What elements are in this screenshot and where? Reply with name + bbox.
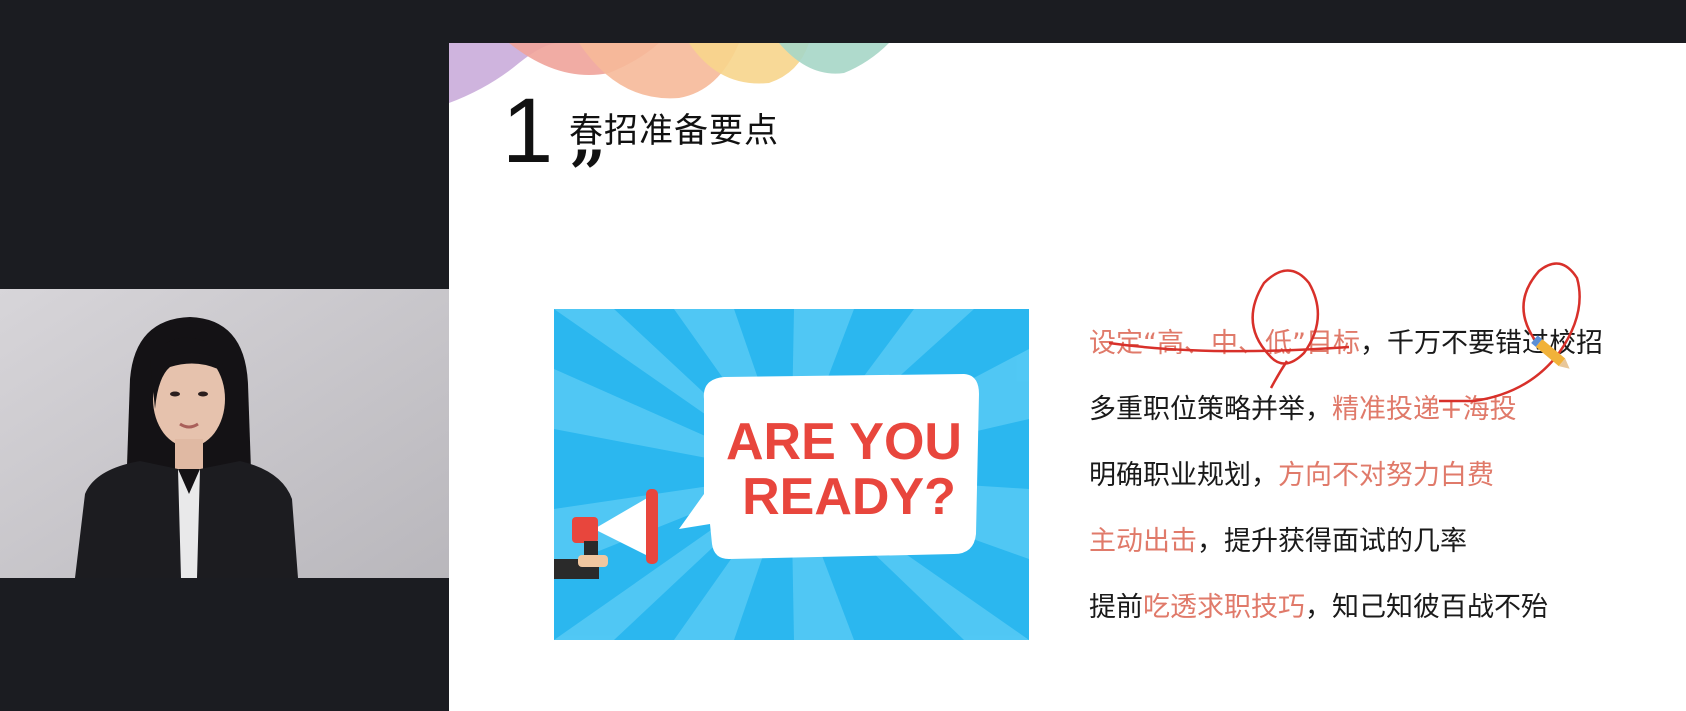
bullet-4-highlight: 主动出击 (1089, 526, 1197, 557)
bullet-1-highlight: 设定“高、中、低”目标 (1089, 328, 1360, 359)
quote-mark: ” (569, 137, 606, 212)
banner-text-line2: READY? (742, 468, 956, 526)
bullet-3: 明确职业规划，方向不对努力白费 (1089, 443, 1686, 509)
presentation-slide: 1 春招准备要点 ” ARE YOU READY? 设定“高、中、低”目标，千万… (449, 43, 1686, 711)
bullet-2-text: 多重职位策略并举， (1089, 394, 1332, 425)
bullet-5-highlight: 吃透求职技巧 (1143, 592, 1305, 623)
bullet-4-text: ，提升获得面试的几率 (1197, 526, 1467, 557)
presenter-figure (0, 289, 449, 578)
bullet-1-text: ，千万不要错过校招 (1359, 328, 1603, 359)
banner-text-line1: ARE YOU (726, 413, 962, 471)
bullet-5: 提前吃透求职技巧，知己知彼百战不殆 (1089, 575, 1686, 641)
bullet-3-highlight: 方向不对努力白费 (1278, 460, 1494, 491)
section-number: 1 (502, 80, 554, 182)
bullet-5-text: ，知己知彼百战不殆 (1305, 592, 1548, 623)
bullet-list: 设定“高、中、低”目标，千万不要错过校招 多重职位策略并举，精准投递+海投 明确… (1089, 311, 1686, 641)
presenter-video (0, 289, 449, 578)
banner-graphic: ARE YOU READY? (554, 309, 1029, 640)
bullet-2: 多重职位策略并举，精准投递+海投 (1089, 377, 1686, 443)
bullet-2-highlight: 精准投递+海投 (1332, 394, 1517, 425)
bullet-5-prefix: 提前 (1089, 592, 1143, 623)
bullet-3-text: 明确职业规划， (1089, 460, 1278, 491)
bullet-4: 主动出击，提升获得面试的几率 (1089, 509, 1686, 575)
bullet-1: 设定“高、中、低”目标，千万不要错过校招 (1089, 311, 1686, 377)
are-you-ready-banner: ARE YOU READY? (554, 309, 1029, 640)
